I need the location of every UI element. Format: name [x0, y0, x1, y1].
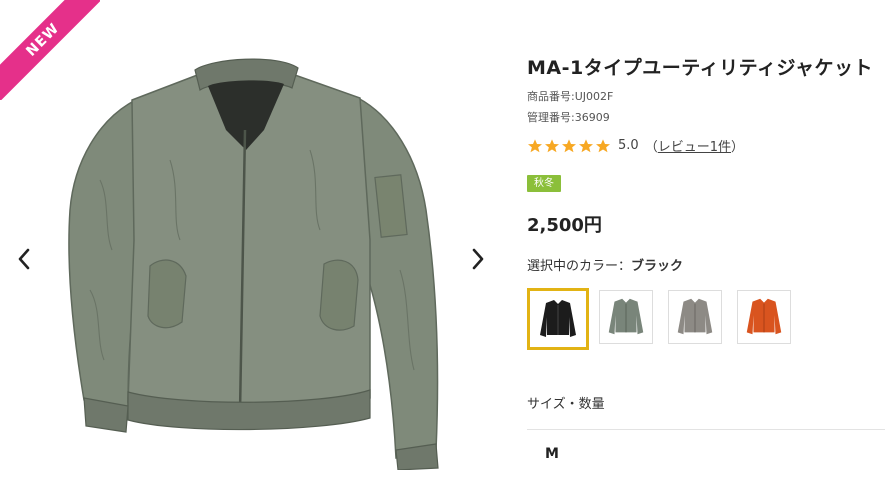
product-info: MA-1タイプユーティリティジャケット 商品番号:UJ002F 管理番号:369…: [527, 0, 885, 480]
selected-color-prefix: 選択中のカラー：: [527, 259, 632, 274]
jacket-thumbnail-orange: [746, 298, 782, 335]
star-icon: [579, 138, 593, 152]
size-quantity-label: サイズ・数量: [527, 397, 605, 412]
new-ribbon-label: NEW: [0, 0, 100, 100]
product-title: MA-1タイプユーティリティジャケット: [527, 57, 873, 79]
review-close-paren: ）: [730, 140, 744, 155]
product-price: 2,500円: [527, 215, 602, 236]
selected-color-label: 選択中のカラー：ブラック: [527, 255, 683, 274]
star-icon: [528, 138, 542, 152]
review-count-link[interactable]: レビュー1件: [658, 140, 731, 155]
jacket-thumbnail-sage: [608, 298, 644, 335]
product-management-number: 管理番号:36909: [527, 111, 610, 124]
star-icon: [545, 138, 559, 152]
chevron-right-icon: [472, 248, 484, 270]
next-image-button[interactable]: [466, 243, 490, 275]
jacket-thumbnail-gray: [677, 298, 713, 335]
color-swatch-black[interactable]: [527, 288, 589, 350]
review-count: （レビュー1件）: [645, 136, 744, 155]
selected-color-value: ブラック: [631, 259, 684, 274]
rating-stars: [527, 138, 612, 154]
divider: [527, 429, 885, 430]
season-badge: 秋冬: [527, 175, 561, 192]
color-swatch-sage[interactable]: [599, 290, 653, 344]
product-gallery: NEW: [0, 0, 500, 480]
prev-image-button[interactable]: [12, 243, 36, 275]
star-icon: [596, 138, 610, 152]
color-swatch-gray[interactable]: [668, 290, 722, 344]
product-image-jacket: [68, 58, 439, 470]
rating: 5.0 （レビュー1件）: [527, 136, 744, 155]
review-open-paren: （: [644, 140, 658, 155]
star-icon: [562, 138, 576, 152]
chevron-left-icon: [18, 248, 30, 270]
size-option-m[interactable]: M: [545, 446, 559, 462]
new-ribbon: NEW: [0, 0, 100, 100]
product-sku: 商品番号:UJ002F: [527, 90, 614, 103]
color-swatch-orange[interactable]: [737, 290, 791, 344]
jacket-thumbnail-black: [540, 300, 576, 337]
rating-score: 5.0: [618, 138, 639, 153]
